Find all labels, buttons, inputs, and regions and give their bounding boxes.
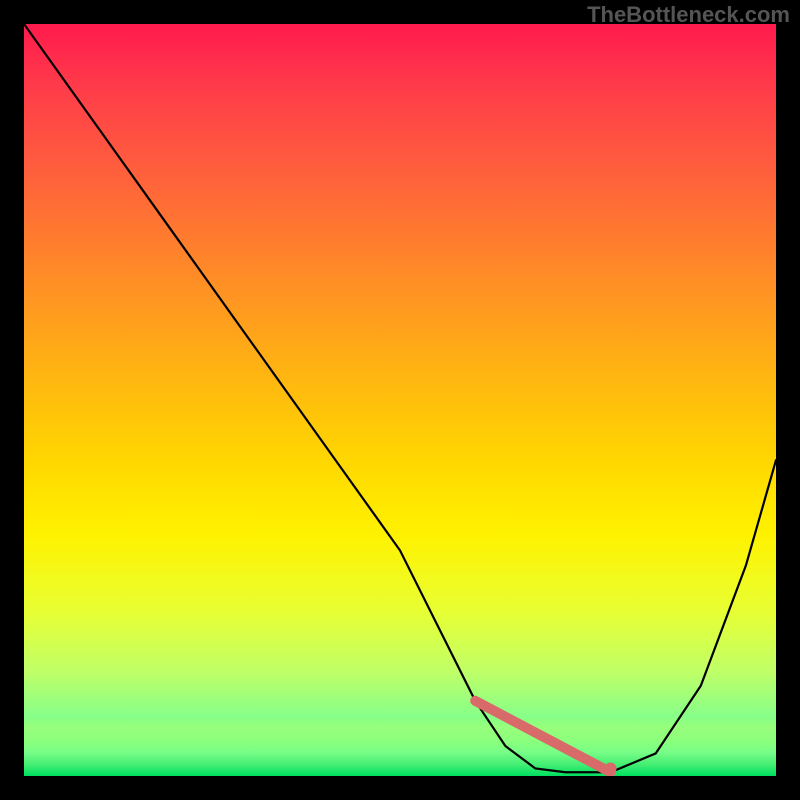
flat-region-highlight [475,701,610,772]
marker-dot [605,762,617,774]
bottleneck-curve [24,24,776,772]
watermark-text: TheBottleneck.com [587,2,790,28]
curve-group [24,24,776,774]
chart-container: TheBottleneck.com [0,0,800,800]
chart-svg [24,24,776,776]
